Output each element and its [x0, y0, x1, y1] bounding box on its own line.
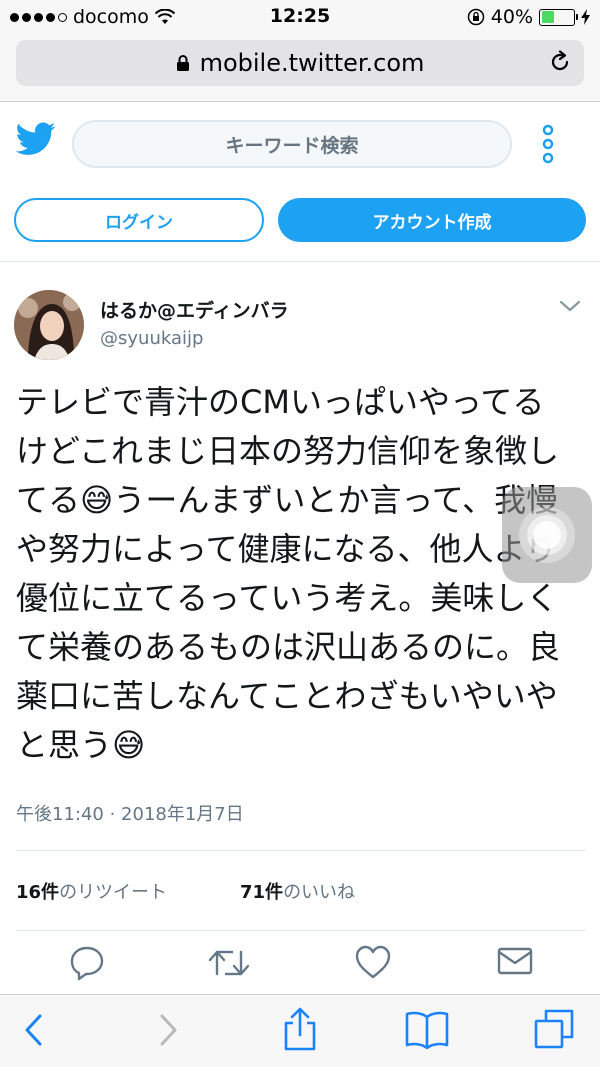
avatar-photo [14, 290, 84, 360]
back-icon [25, 1014, 42, 1046]
more-vertical-icon[interactable] [538, 124, 558, 164]
reply-icon [70, 946, 104, 981]
login-button[interactable]: ログイン [14, 198, 264, 242]
retweet-icon [208, 950, 250, 976]
divider [16, 850, 586, 851]
reload-icon[interactable] [548, 50, 572, 74]
share-icon [284, 1007, 316, 1051]
tabs-icon [534, 1009, 574, 1049]
retweet-count: 16件 [16, 882, 60, 903]
like-count-link[interactable]: 71件のいいね [240, 878, 355, 904]
lock-icon [176, 55, 189, 71]
reply-button[interactable] [68, 944, 106, 986]
url-text: mobile.twitter.com [199, 49, 425, 77]
assistive-touch-button[interactable] [502, 487, 592, 583]
share-button[interactable] [280, 1007, 320, 1055]
forward-button[interactable] [156, 1013, 180, 1051]
twitter-bird-icon[interactable] [16, 122, 56, 156]
tweet-stats: 16件のリツイート 71件のいいね [16, 878, 355, 904]
display-name[interactable]: はるか@エディンバラ [100, 296, 289, 323]
retweet-label: のリツイート [59, 882, 168, 903]
search-placeholder: キーワード検索 [225, 134, 359, 157]
battery-percent: 40% [490, 6, 533, 28]
bookmarks-button[interactable] [404, 1009, 450, 1053]
like-count: 71件 [240, 882, 284, 903]
battery-icon [539, 8, 578, 26]
tabs-button[interactable] [532, 1007, 576, 1055]
user-handle[interactable]: @syuukaijp [100, 328, 203, 349]
sweat-smile-emoji: 😅 [112, 726, 146, 764]
charging-icon [581, 9, 590, 25]
tweet-actions [0, 944, 600, 990]
like-button[interactable] [354, 944, 392, 984]
create-account-label: アカウント作成 [372, 212, 492, 233]
twitter-header: キーワード検索 ログイン アカウント作成 [0, 102, 600, 262]
create-account-button[interactable]: アカウント作成 [278, 198, 586, 242]
message-icon [497, 947, 533, 975]
like-label: のいいね [283, 882, 356, 903]
forward-icon [160, 1014, 177, 1046]
battery-fill [541, 11, 554, 23]
address-bar[interactable]: mobile.twitter.com [16, 40, 584, 86]
back-button[interactable] [22, 1013, 46, 1051]
keyword-search-input[interactable]: キーワード検索 [72, 120, 512, 168]
sweat-smile-emoji: 😅 [80, 481, 114, 519]
avatar[interactable] [14, 290, 84, 360]
browser-chrome: mobile.twitter.com [0, 34, 600, 102]
login-label: ログイン [105, 212, 173, 233]
status-bar: docomo 12:25 40% [0, 0, 600, 34]
direct-message-button[interactable] [496, 944, 534, 982]
safari-toolbar [0, 994, 600, 1067]
retweet-count-link[interactable]: 16件のリツイート [16, 882, 167, 903]
tweet-text-part2: うーんまずいとか言って、我慢や努力によって健康になる、他人より優位に立てるってい… [16, 481, 561, 764]
chevron-down-icon[interactable] [558, 298, 582, 314]
divider [16, 930, 586, 931]
retweet-button[interactable] [208, 944, 250, 986]
orientation-lock-icon [467, 8, 485, 26]
bookmarks-icon [405, 1011, 449, 1050]
like-icon [355, 945, 391, 979]
tweet-timestamp[interactable]: 午後11:40 · 2018年1月7日 [16, 800, 244, 826]
tweet-text: テレビで青汁のCMいっぱいやってるけどこれまじ日本の努力信仰を象徴してる😅うーん… [16, 378, 576, 770]
